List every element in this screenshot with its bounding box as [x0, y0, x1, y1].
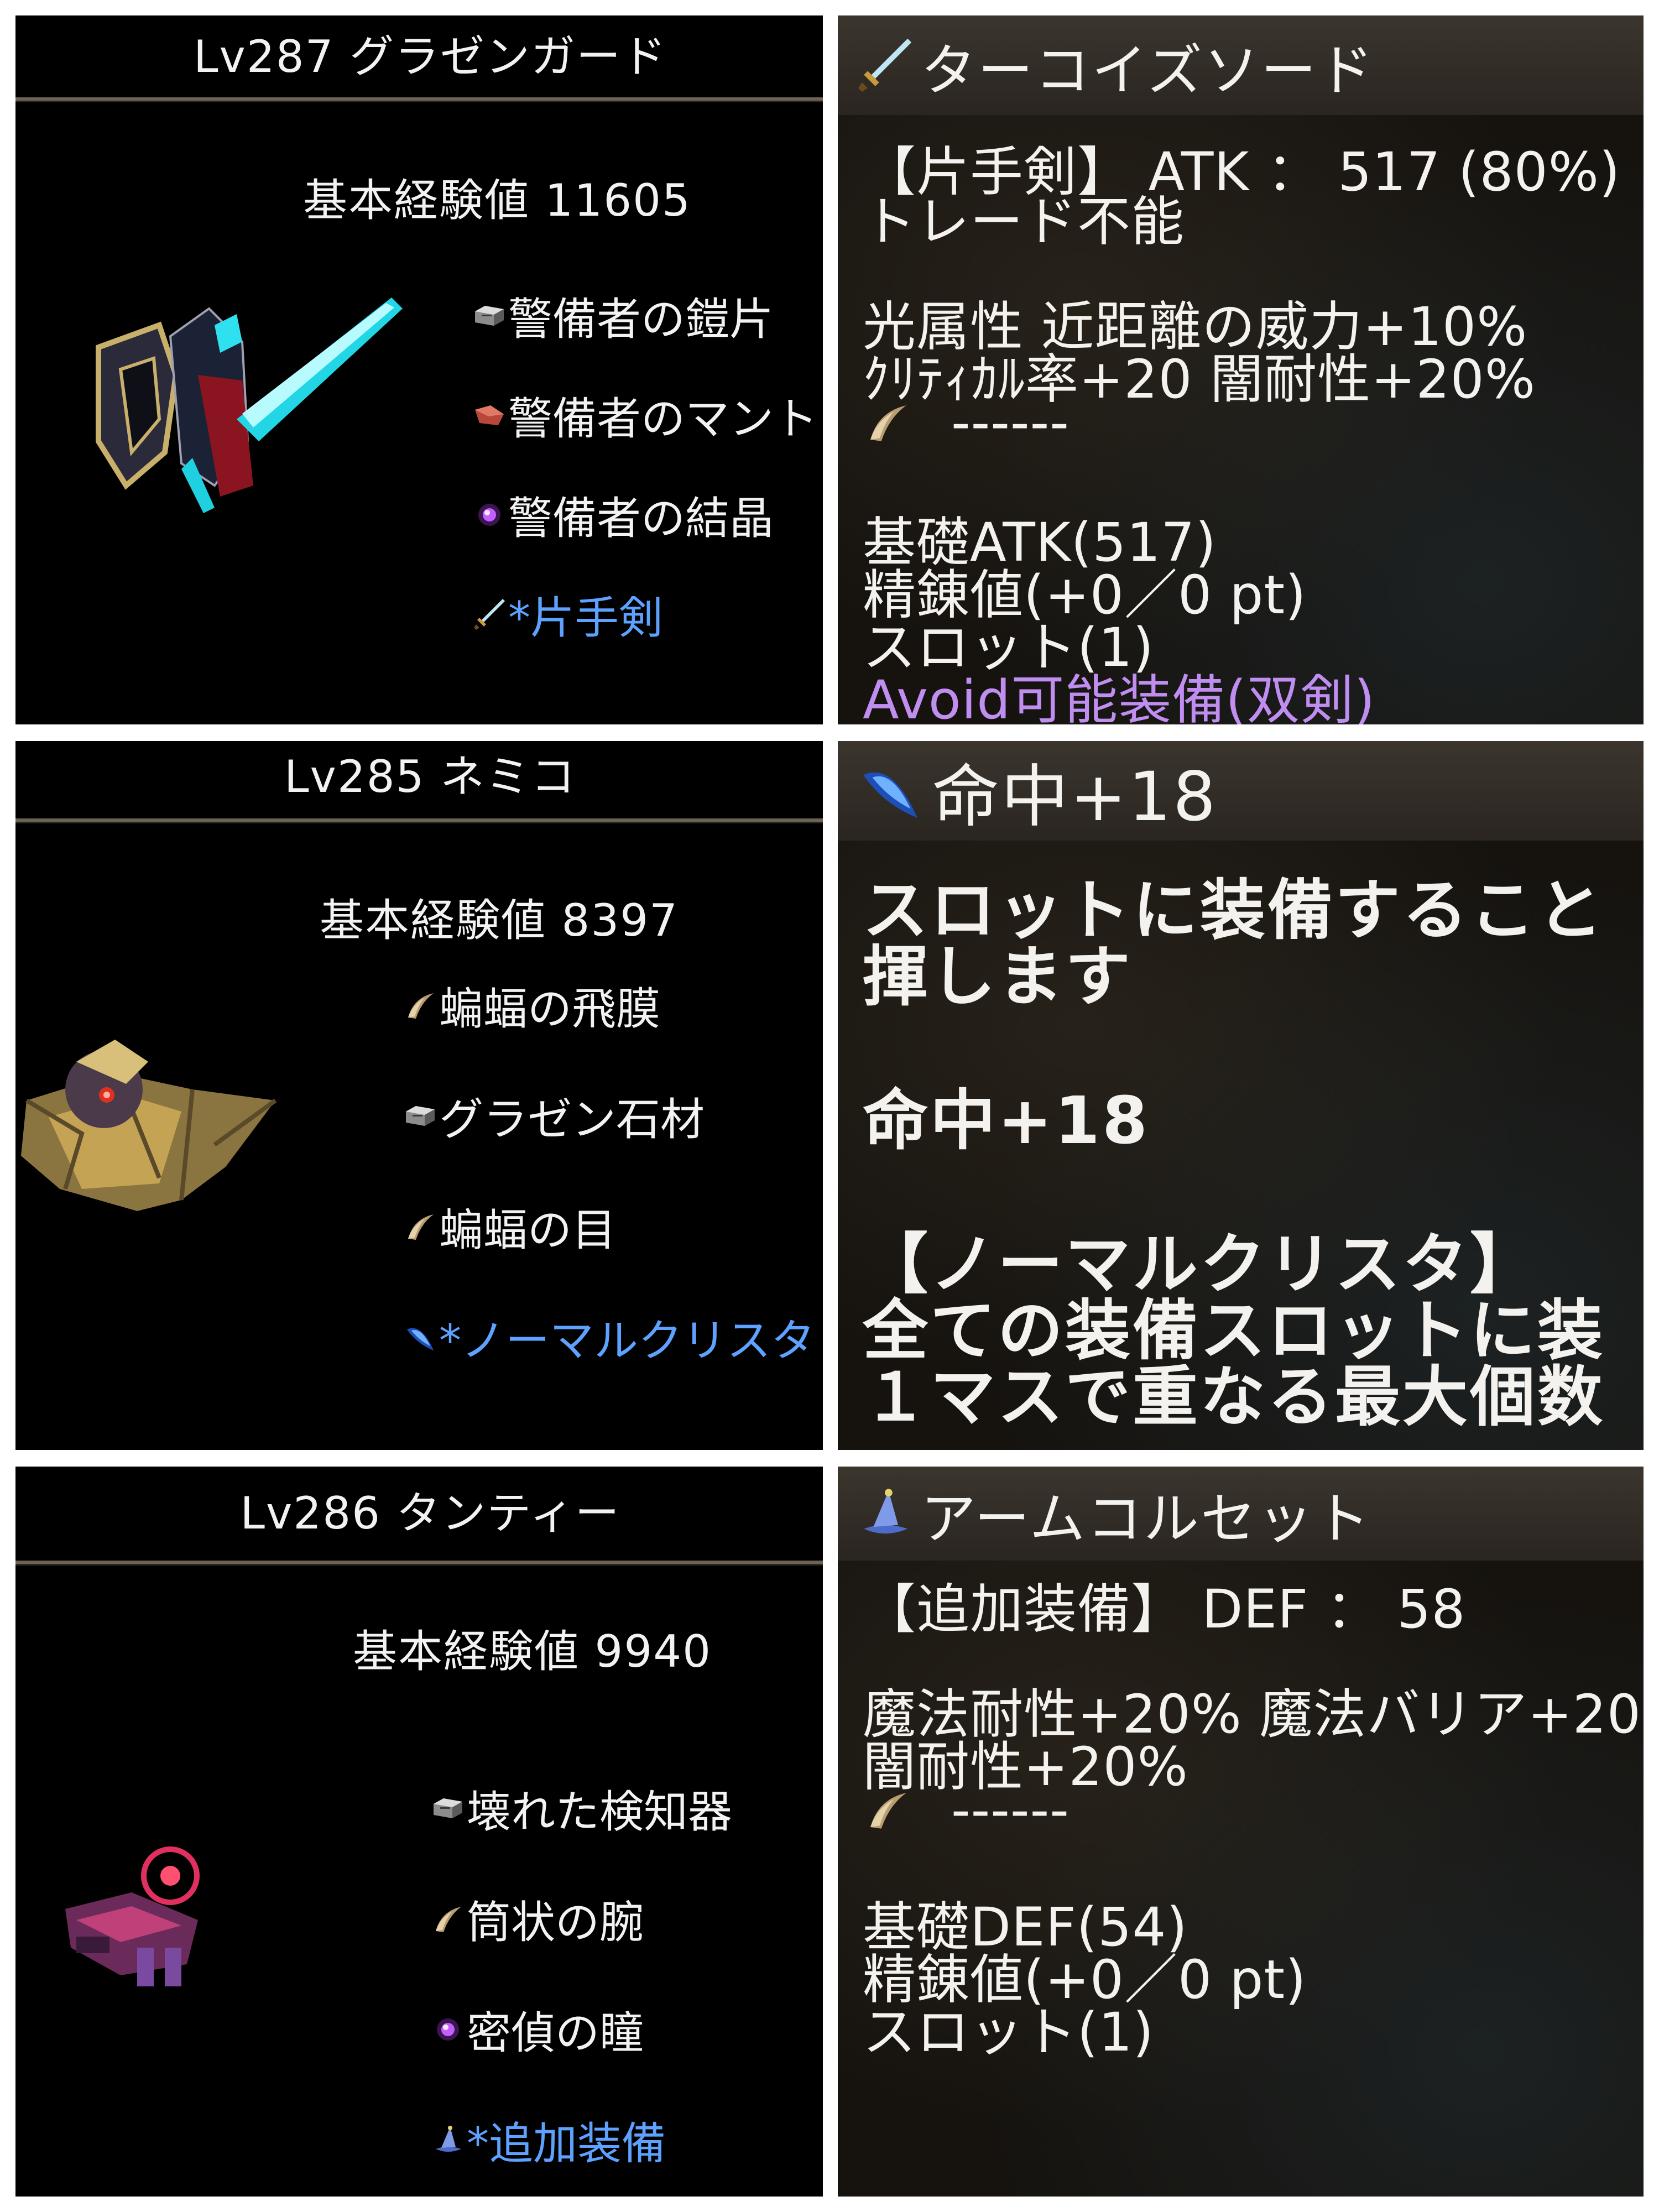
metal-ingot-icon	[472, 298, 507, 333]
item-stat-line: トレード不能	[863, 191, 1185, 253]
drop-item[interactable]: 警備者の結晶	[472, 483, 774, 547]
monster-panel-2: Lv285 ネミコ 基本経験値 8397 蝙蝠の飛膜 グラゼン石材 蝙蝠の目 *…	[15, 741, 823, 1450]
item-name: アームコルセット	[921, 1486, 1371, 1551]
item-name: 命中+18	[932, 757, 1218, 836]
horn-fang-icon	[430, 1901, 466, 1937]
item-stat-line: スロット(1)	[863, 2001, 1154, 2063]
item-desc-line: 揮します	[863, 938, 1133, 1015]
tooltip-title-bar: ターコイズソード	[838, 15, 1644, 115]
one-handed-sword-icon	[854, 35, 915, 96]
monster-header: Lv286 タンティー	[15, 1467, 823, 1564]
one-handed-sword-icon	[472, 597, 507, 632]
item-tooltip-1: ターコイズソード 【片手剣】 ATK ： 517 (80%) トレード不能 光属…	[838, 15, 1644, 724]
monster-level-name: Lv287 グラゼンガード	[193, 31, 667, 82]
drop-item[interactable]: 筒状の腕	[430, 1887, 644, 1951]
mech-spider-sprite	[65, 1846, 200, 1986]
monster-level-name: Lv286 タンティー	[240, 1488, 620, 1539]
item-desc-line: 命中+18	[863, 1082, 1150, 1159]
purple-orb-icon	[430, 2012, 466, 2047]
horn-fang-icon	[403, 1209, 438, 1244]
metal-ingot-icon	[403, 1098, 438, 1134]
drop-item[interactable]: 壊れた検知器	[430, 1776, 732, 1840]
metal-ingot-icon	[430, 1791, 466, 1826]
drop-item[interactable]: 警備者のマント	[472, 383, 818, 447]
empty-slot-line: ------	[863, 1779, 1070, 1841]
item-name: ターコイズソード	[921, 38, 1375, 103]
drop-category-link[interactable]: *片手剣	[472, 582, 663, 646]
drop-category-link[interactable]: *ノーマルクリスタ	[403, 1305, 815, 1369]
drop-item[interactable]: 密偵の瞳	[430, 1997, 644, 2062]
horn-fang-icon	[863, 1785, 912, 1835]
base-exp: 基本経験値 9940	[353, 1626, 712, 1677]
purple-orb-icon	[472, 497, 507, 533]
item-desc-line: １マスで重なる最大個数	[863, 1359, 1605, 1435]
item-tooltip-3: アームコルセット 【追加装備】 DEF ： 58 魔法耐性+20% 魔法バリア+…	[838, 1467, 1644, 2197]
guardian-knight-sprite	[96, 298, 403, 513]
monster-level-name: Lv285 ネミコ	[284, 751, 577, 802]
wizard-hat-icon	[430, 2122, 466, 2158]
empty-slot-line: ------	[863, 392, 1070, 453]
tooltip-title-bar: アームコルセット	[838, 1467, 1644, 1561]
item-stat-line: 【追加装備】 DEF ： 58	[863, 1578, 1466, 1640]
tooltip-title-bar: 命中+18	[838, 741, 1644, 841]
monster-header: Lv285 ネミコ	[15, 741, 823, 822]
monster-panel-1: Lv287 グラゼンガード 基本経験値 11605 警備者の鎧片 警備者のマント…	[15, 15, 823, 724]
drop-item[interactable]: 蝙蝠の目	[403, 1194, 616, 1259]
item-tooltip-2: 命中+18 スロットに装備すること 揮します 命中+18 【ノーマルクリスタ】 …	[838, 741, 1644, 1450]
blue-crysta-icon	[854, 755, 926, 827]
base-exp: 基本経験値 8397	[320, 895, 679, 946]
monster-panel-3: Lv286 タンティー 基本経験値 9940 壊れた検知器 筒状の腕 密偵の瞳 …	[15, 1467, 823, 2197]
base-exp: 基本経験値 11605	[303, 175, 691, 226]
bat-creature-sprite	[21, 1040, 277, 1211]
monster-header: Lv287 グラゼンガード	[15, 15, 823, 101]
drop-item[interactable]: 警備者の鎧片	[472, 284, 774, 348]
drop-category-link[interactable]: *追加装備	[430, 2108, 666, 2172]
red-cloth-icon	[472, 398, 507, 433]
horn-fang-icon	[403, 988, 438, 1023]
drop-item[interactable]: 蝙蝠の飛膜	[403, 973, 660, 1037]
wizard-hat-icon	[854, 1483, 915, 1544]
drop-item[interactable]: グラゼン石材	[403, 1084, 705, 1148]
avoid-equip-line: Avoid可能装備(双剣)	[863, 669, 1376, 724]
horn-fang-icon	[863, 398, 912, 447]
blue-crysta-icon	[403, 1319, 438, 1355]
